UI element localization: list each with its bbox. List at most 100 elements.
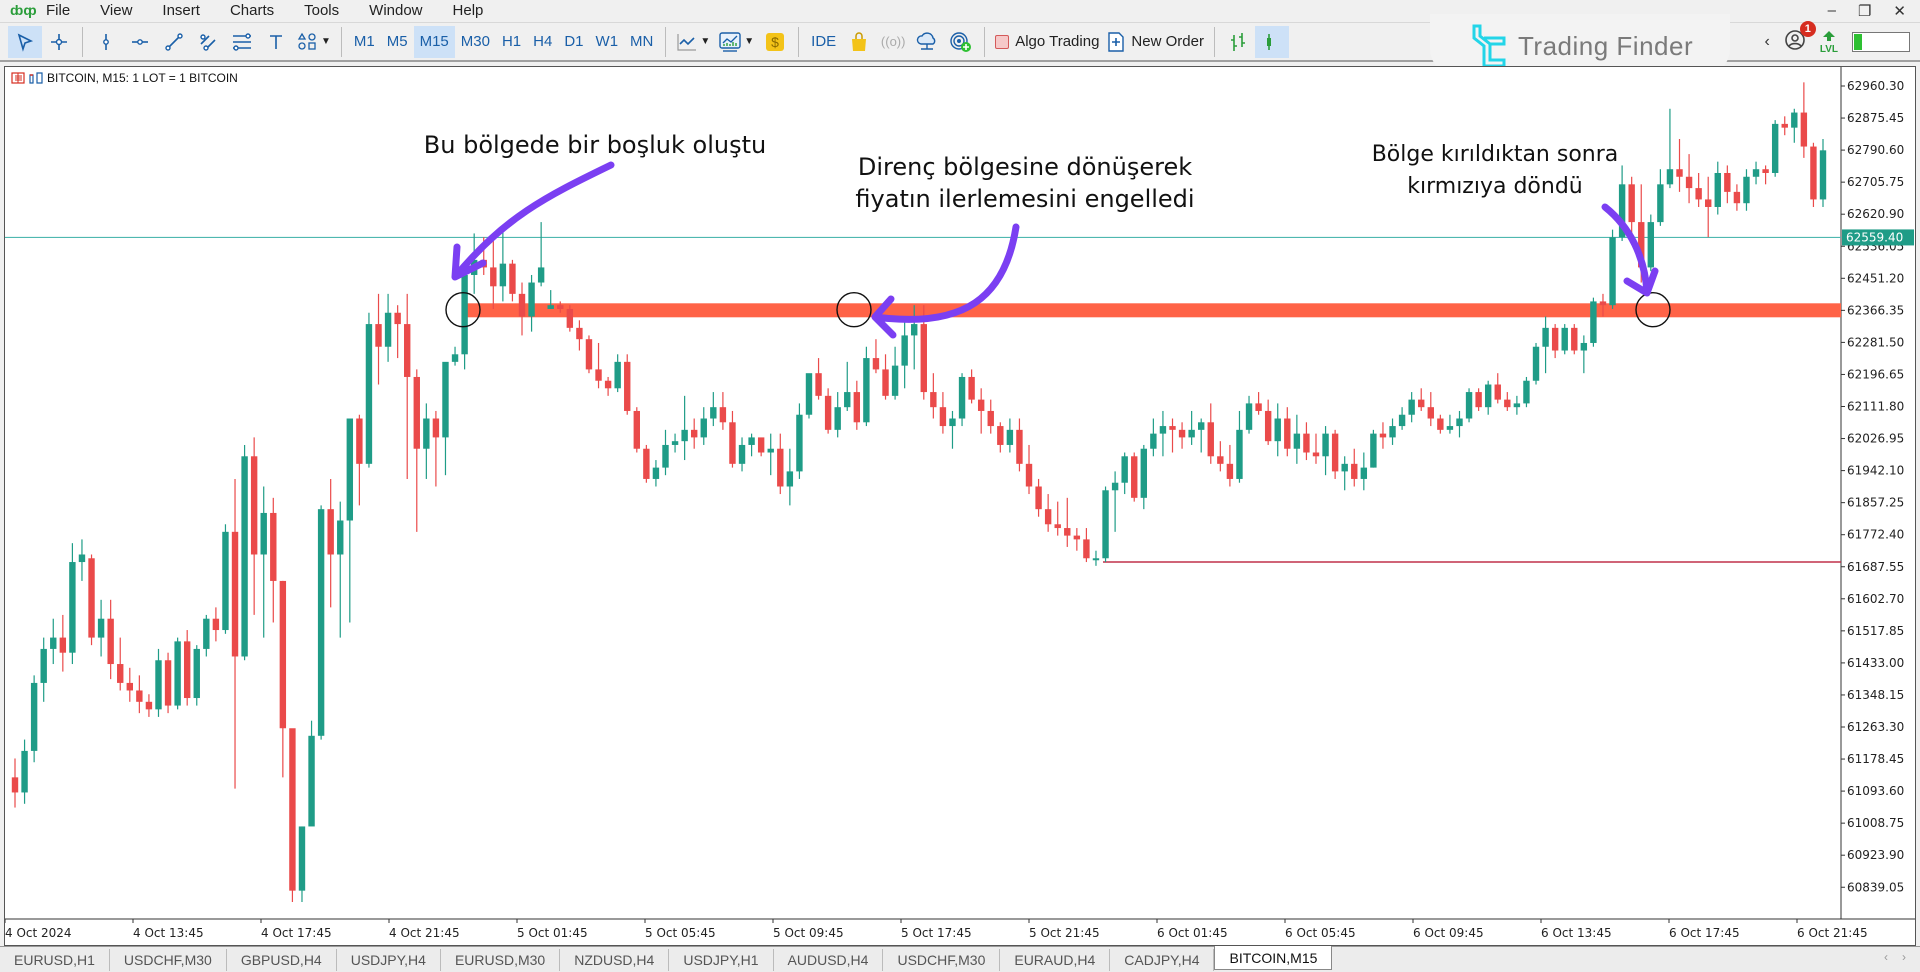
chart-window[interactable]: BITCOIN, M15: 1 LOT = 1 BITCOIN 62960.30…	[4, 66, 1916, 946]
candle-body	[11, 777, 19, 793]
candle-body	[260, 512, 267, 555]
timeframe-mn[interactable]: MN	[624, 26, 659, 58]
candle-body	[1188, 429, 1195, 438]
chevron-down-icon: ▼	[700, 36, 711, 47]
market-dollar-icon[interactable]: $	[758, 26, 792, 58]
tab-bitcoin-m15[interactable]: BITCOIN,M15	[1214, 946, 1333, 970]
vps-add-icon[interactable]	[944, 26, 978, 58]
candle-body	[1542, 327, 1549, 347]
menu-tools[interactable]: Tools	[304, 2, 339, 19]
menu-insert[interactable]: Insert	[162, 2, 200, 19]
tab-eurusd-m30[interactable]: EURUSD,M30	[441, 949, 561, 971]
text-icon[interactable]	[259, 26, 293, 58]
candle-body	[1064, 528, 1071, 536]
candle-body	[1599, 301, 1607, 306]
annotation-breakout: Bölge kırıldıktan sonra kırmızıya döndü	[1345, 139, 1645, 203]
candle-body	[1398, 414, 1406, 427]
shopping-bag-icon[interactable]	[842, 26, 876, 58]
timeframe-m15[interactable]: M15	[413, 25, 455, 58]
signal-icon[interactable]: ((o))	[876, 26, 910, 58]
tab-scroll: ‹ ›	[1884, 950, 1906, 964]
candle-body	[882, 369, 889, 396]
candle-body	[1561, 327, 1568, 351]
menu-help[interactable]: Help	[453, 2, 484, 19]
toolbar-separator	[984, 26, 986, 57]
cursor-icon[interactable]	[8, 25, 42, 58]
channel-icon[interactable]	[191, 26, 225, 58]
y-tick-label: 61093.60	[1847, 784, 1904, 798]
candle-body	[1121, 456, 1128, 483]
tab-audusd-h4[interactable]: AUDUSD,H4	[774, 949, 884, 971]
new-order-button[interactable]: New Order	[1103, 26, 1208, 58]
tab-usdchf-m30[interactable]: USDCHF,M30	[110, 949, 227, 971]
bar-chart-icon[interactable]	[1221, 26, 1255, 58]
tab-scroll-right-icon[interactable]: ›	[1902, 950, 1906, 964]
candle-body	[145, 701, 153, 710]
candle-body	[107, 618, 114, 665]
trendline-icon[interactable]	[157, 26, 191, 58]
tab-usdchf-m30[interactable]: USDCHF,M30	[883, 949, 1001, 971]
timeframe-m1[interactable]: M1	[348, 26, 381, 58]
candle-body	[298, 826, 306, 891]
x-tick-label: 6 Oct 21:45	[1797, 926, 1868, 940]
ide-button[interactable]: IDE	[805, 26, 842, 58]
candle-body	[767, 448, 774, 453]
tab-eurusd-h1[interactable]: EURUSD,H1	[0, 949, 110, 971]
cloud-icon[interactable]	[910, 26, 944, 58]
candle-body	[1743, 176, 1750, 204]
horizontal-line-icon[interactable]	[123, 26, 157, 58]
tab-gbpusd-h4[interactable]: GBPUSD,H4	[227, 949, 337, 971]
timeframe-m5[interactable]: M5	[381, 26, 414, 58]
candle-body	[652, 467, 660, 479]
candle-body	[1724, 172, 1731, 192]
shapes-icon[interactable]: ▼	[293, 26, 335, 58]
timeframe-h1[interactable]: H1	[496, 26, 527, 58]
candle-body	[1819, 150, 1827, 200]
candle-body	[30, 682, 38, 751]
algo-trading-button[interactable]: Algo Trading	[991, 26, 1103, 58]
candle-body	[1523, 380, 1530, 404]
chevron-down-icon: ▼	[321, 36, 331, 47]
window-controls: – ❐ ✕	[1828, 2, 1906, 20]
algo-trading-label: Algo Trading	[1015, 33, 1100, 50]
candle-body	[690, 429, 698, 438]
chevron-left-icon[interactable]: ‹	[1765, 33, 1770, 51]
timeframe-d1[interactable]: D1	[558, 26, 589, 58]
restore-icon[interactable]: ❐	[1858, 2, 1871, 20]
tab-usdjpy-h1[interactable]: USDJPY,H1	[669, 949, 774, 971]
candle-body	[891, 365, 899, 396]
close-icon[interactable]: ✕	[1893, 2, 1906, 20]
tab-nzdusd-h4[interactable]: NZDUSD,H4	[560, 949, 670, 971]
minimize-icon[interactable]: –	[1828, 2, 1836, 20]
menu-view[interactable]: View	[100, 2, 132, 19]
timeframe-h4[interactable]: H4	[527, 26, 558, 58]
crosshair-icon[interactable]	[42, 26, 76, 58]
candle-body	[442, 361, 449, 438]
y-tick-label: 62281.50	[1847, 335, 1904, 349]
menu-file[interactable]: File	[46, 2, 70, 19]
chart-templates-icon[interactable]: ▼	[714, 26, 758, 58]
tab-usdjpy-h4[interactable]: USDJPY,H4	[337, 949, 441, 971]
timeframe-w1[interactable]: W1	[590, 26, 625, 58]
candle-body	[853, 392, 861, 423]
vertical-line-icon[interactable]	[89, 26, 123, 58]
candle-body	[844, 392, 851, 408]
fibonacci-icon[interactable]	[225, 26, 259, 58]
symbol-info-text: BITCOIN, M15: 1 LOT = 1 BITCOIN	[47, 71, 238, 85]
tab-euraud-h4[interactable]: EURAUD,H4	[1000, 949, 1111, 971]
tab-cadjpy-h4[interactable]: CADJPY,H4	[1110, 949, 1215, 971]
account-icon[interactable]: 1	[1784, 20, 1816, 56]
x-tick-label: 4 Oct 13:45	[133, 926, 204, 940]
candlestick-chart-icon[interactable]	[1254, 25, 1289, 58]
y-tick-label: 61942.10	[1847, 464, 1904, 478]
toolbar-separator	[665, 26, 667, 57]
candle-body	[748, 437, 755, 445]
menu-charts[interactable]: Charts	[230, 2, 274, 19]
indicators-icon[interactable]: ▼	[672, 26, 714, 58]
menu-window[interactable]: Window	[369, 2, 422, 19]
account-tools: ‹ 1 LVL	[1765, 20, 1920, 62]
tab-scroll-left-icon[interactable]: ‹	[1884, 950, 1888, 964]
level-icon[interactable]: LVL	[1820, 30, 1838, 55]
timeframe-m30[interactable]: M30	[455, 26, 496, 58]
annotation-resistance-line2: fiyatın ilerlemesini engelledi	[855, 185, 1195, 213]
